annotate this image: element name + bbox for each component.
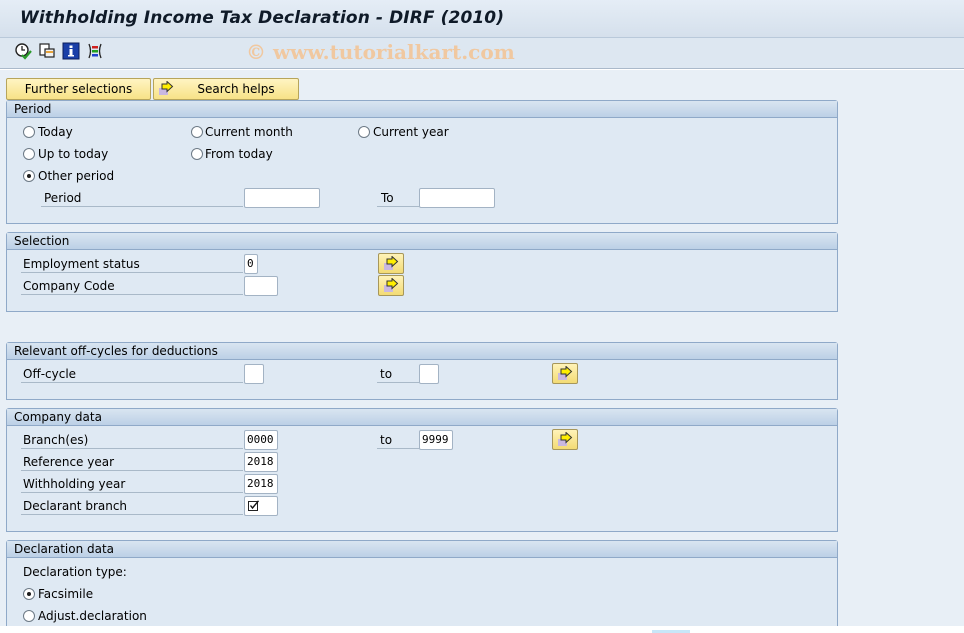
declaration-data-group: Declaration data Declaration type: Facsi… [6, 540, 838, 630]
offcycle-label: Off-cycle [21, 366, 243, 383]
employment-status-multiple-selection-button[interactable] [378, 253, 404, 274]
offcycle-from-input[interactable] [244, 364, 264, 384]
period-to-input[interactable] [419, 188, 495, 208]
period-group: Period Today Current month Current year … [6, 100, 838, 224]
reference-year-label: Reference year [21, 454, 243, 471]
employment-status-input[interactable]: 0 [244, 254, 258, 274]
get-variant-icon[interactable] [38, 42, 56, 60]
declaration-data-group-title: Declaration data [7, 541, 837, 558]
offcycles-group: Relevant off-cycles for deductions Off-c… [6, 342, 838, 400]
arrow-right-icon [558, 432, 573, 446]
program-documentation-icon[interactable] [62, 42, 80, 60]
period-to-label: To [377, 190, 419, 207]
declarant-branch-checkbox[interactable] [244, 496, 278, 516]
arrow-right-icon [158, 80, 174, 97]
radio-other-period-label: Other period [38, 169, 115, 183]
employment-status-label: Employment status [21, 256, 243, 273]
radio-adjust-declaration[interactable] [23, 610, 35, 622]
period-from-input[interactable] [244, 188, 320, 208]
radio-facsimile[interactable] [23, 588, 35, 600]
offcycle-to-input[interactable] [419, 364, 439, 384]
watermark: © www.tutorialkart.com [246, 40, 515, 64]
radio-facsimile-label: Facsimile [38, 587, 94, 601]
radio-from-today[interactable] [191, 148, 203, 160]
arrow-right-icon [384, 278, 399, 292]
company-data-group: Company data Branch(es) 0000 to 9999 Ref… [6, 408, 838, 532]
selection-group-title: Selection [7, 233, 837, 250]
arrow-right-icon [558, 366, 573, 380]
search-helps-button[interactable]: Search helps [153, 78, 299, 100]
offcycle-to-label: to [377, 366, 419, 383]
radio-today-label: Today [38, 125, 73, 139]
application-toolbar: © www.tutorialkart.com [0, 38, 964, 69]
radio-today[interactable] [23, 126, 35, 138]
radio-up-to-today[interactable] [23, 148, 35, 160]
company-code-multiple-selection-button[interactable] [378, 275, 404, 296]
reference-year-input[interactable]: 2018 [244, 452, 278, 472]
offcycle-multiple-selection-button[interactable] [552, 363, 578, 384]
window-title: Withholding Income Tax Declaration - DIR… [20, 8, 505, 28]
further-selections-button[interactable]: Further selections [6, 78, 151, 100]
branches-from-input[interactable]: 0000 [244, 430, 278, 450]
search-helps-label: Search helps [197, 82, 275, 96]
selection-options-icon[interactable] [86, 42, 104, 60]
further-selections-label: Further selections [24, 82, 133, 96]
company-code-label: Company Code [21, 278, 243, 295]
declarant-branch-label: Declarant branch [21, 498, 243, 515]
radio-current-year[interactable] [358, 126, 370, 138]
branches-to-input[interactable]: 9999 [419, 430, 453, 450]
branches-label: Branch(es) [21, 432, 243, 449]
title-bar: Withholding Income Tax Declaration - DIR… [0, 0, 964, 38]
radio-current-month-label: Current month [205, 125, 293, 139]
offcycles-group-title: Relevant off-cycles for deductions [7, 343, 837, 360]
withholding-year-label: Withholding year [21, 476, 243, 493]
period-group-title: Period [7, 101, 837, 118]
selection-group: Selection Employment status 0 Company Co… [6, 232, 838, 312]
radio-other-period[interactable] [23, 170, 35, 182]
radio-from-today-label: From today [205, 147, 273, 161]
bottom-strip [0, 626, 964, 633]
branches-multiple-selection-button[interactable] [552, 429, 578, 450]
declaration-type-label: Declaration type: [23, 565, 127, 579]
branches-to-label: to [377, 432, 419, 449]
radio-current-year-label: Current year [373, 125, 449, 139]
withholding-year-input[interactable]: 2018 [244, 474, 278, 494]
period-label: Period [41, 190, 243, 207]
selection-screen: Further selections Search helps Period T… [0, 70, 964, 630]
checkmark-icon [248, 500, 260, 511]
company-data-group-title: Company data [7, 409, 837, 426]
arrow-right-icon [384, 256, 399, 270]
company-code-input[interactable] [244, 276, 278, 296]
radio-up-to-today-label: Up to today [38, 147, 109, 161]
radio-adjust-declaration-label: Adjust.declaration [38, 609, 147, 623]
radio-current-month[interactable] [191, 126, 203, 138]
execute-clock-check-icon[interactable] [14, 42, 32, 60]
